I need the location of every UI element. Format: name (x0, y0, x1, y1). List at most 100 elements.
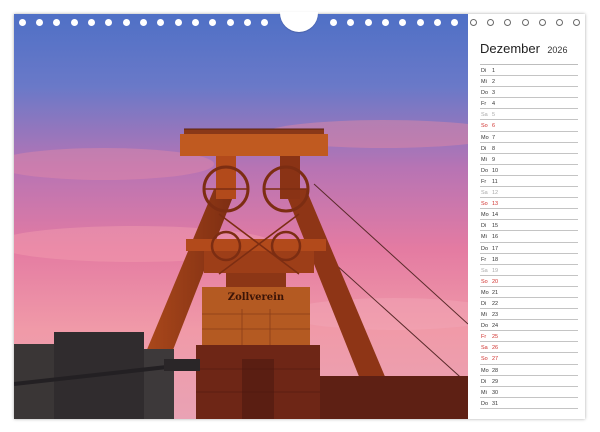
day-weekday: Fr (481, 256, 487, 263)
binding-ring (157, 19, 164, 26)
day-number: 27 (492, 356, 499, 363)
binding-ring (330, 19, 337, 26)
day-number: 11 (492, 178, 498, 185)
day-weekday: Mo (481, 367, 489, 374)
binding-ring (573, 19, 580, 26)
day-number: 3 (492, 90, 496, 97)
day-weekday: Do (481, 400, 489, 407)
day-weekday: Mi (481, 234, 487, 241)
day-weekday: Di (481, 223, 487, 230)
day-row: Di 22 (480, 298, 578, 310)
day-weekday: So (481, 356, 488, 363)
day-weekday: Mi (481, 156, 487, 163)
day-row: So 20 (480, 276, 578, 287)
binding-ring (140, 19, 147, 26)
day-row: So 13 (480, 198, 578, 210)
day-weekday: Mo (481, 289, 489, 296)
day-weekday: Di (481, 68, 487, 74)
day-number: 26 (492, 345, 499, 352)
day-weekday: Do (481, 90, 489, 97)
day-weekday: Fr (481, 178, 487, 185)
day-row: Sa 5 (480, 109, 578, 121)
day-number: 16 (492, 234, 499, 241)
day-number: 23 (492, 312, 499, 319)
binding-ring (504, 19, 511, 26)
day-weekday: Do (481, 167, 489, 174)
binding-ring (382, 19, 389, 26)
day-number: 24 (492, 323, 499, 330)
day-number: 1 (492, 68, 496, 74)
binding-ring (470, 19, 477, 26)
day-row: Fr 18 (480, 254, 578, 265)
day-number: 17 (492, 245, 499, 252)
month-calendar: Dezember 2026 Di 1 Mi 2 Do 3 Fr 4 Sa 5 So 6 Mo 7 Di 8 Mi… (480, 40, 578, 409)
day-row: Di 1 (480, 65, 578, 77)
day-number: 30 (492, 389, 499, 396)
day-row: Mo 21 (480, 287, 578, 298)
day-row: Sa 26 (480, 342, 578, 354)
day-number: 21 (492, 289, 499, 296)
day-row: Mi 9 (480, 154, 578, 165)
binding-ring (451, 19, 458, 26)
binding-ring (399, 19, 406, 26)
day-weekday: Di (481, 145, 487, 152)
day-number: 15 (492, 223, 499, 230)
day-weekday: Sa (481, 267, 488, 274)
day-weekday: Sa (481, 112, 488, 119)
day-row: Di 29 (480, 376, 578, 387)
day-number: 28 (492, 367, 499, 374)
day-weekday: So (481, 201, 488, 208)
day-row: Sa 19 (480, 265, 578, 276)
day-row: Do 3 (480, 87, 578, 99)
binding-ring (244, 19, 251, 26)
day-row: Do 31 (480, 398, 578, 409)
binding-ring (209, 19, 216, 26)
calendar-page: Zollverein Dezember 2026 Di 1 Mi 2 Do 3 Fr 4 Sa 5… (14, 12, 585, 419)
day-number: 6 (492, 123, 496, 130)
binding-ring (434, 19, 441, 26)
day-list: Di 1 Mi 2 Do 3 Fr 4 Sa 5 So 6 Mo 7 Di 8 Mi 9 Do 10 Fr 11 Sa 12 S… (480, 64, 578, 409)
day-row: So 6 (480, 120, 578, 132)
day-number: 9 (492, 156, 496, 163)
day-row: Di 8 (480, 143, 578, 154)
binding-ring (522, 19, 529, 26)
binding-ring (123, 19, 130, 26)
day-row: Do 17 (480, 243, 578, 254)
day-weekday: Fr (481, 101, 487, 108)
day-number: 18 (492, 256, 499, 263)
binding-ring (105, 19, 112, 26)
binding-ring (19, 19, 26, 26)
day-weekday: Do (481, 323, 489, 330)
day-row: Fr 4 (480, 98, 578, 110)
day-number: 7 (492, 134, 496, 141)
binding-ring (175, 19, 182, 26)
day-weekday: Sa (481, 190, 488, 197)
day-weekday: Mi (481, 389, 487, 396)
month-name: Dezember (480, 41, 540, 56)
day-row: Do 24 (480, 320, 578, 332)
binding-ring (365, 19, 372, 26)
day-row: Mi 23 (480, 309, 578, 321)
day-weekday: Mo (481, 212, 489, 219)
binding-ring (487, 19, 494, 26)
day-number: 12 (492, 190, 499, 197)
binding-ring (539, 19, 546, 26)
day-weekday: Do (481, 245, 489, 252)
year: 2026 (547, 45, 568, 55)
day-number: 25 (492, 334, 499, 341)
binding-ring (417, 19, 424, 26)
day-row: Mo 28 (480, 365, 578, 376)
binding-ring (88, 19, 95, 26)
binding-ring (347, 19, 354, 26)
day-number: 14 (492, 212, 499, 219)
binding-ring (71, 19, 78, 26)
day-weekday: Sa (481, 345, 488, 352)
day-weekday: Mi (481, 79, 487, 86)
day-row: Sa 12 (480, 187, 578, 199)
day-row: Mo 14 (480, 209, 578, 221)
day-weekday: So (481, 123, 488, 130)
day-number: 22 (492, 300, 499, 307)
binding-ring (53, 19, 60, 26)
day-number: 4 (492, 101, 496, 108)
day-row: Mo 7 (480, 132, 578, 143)
